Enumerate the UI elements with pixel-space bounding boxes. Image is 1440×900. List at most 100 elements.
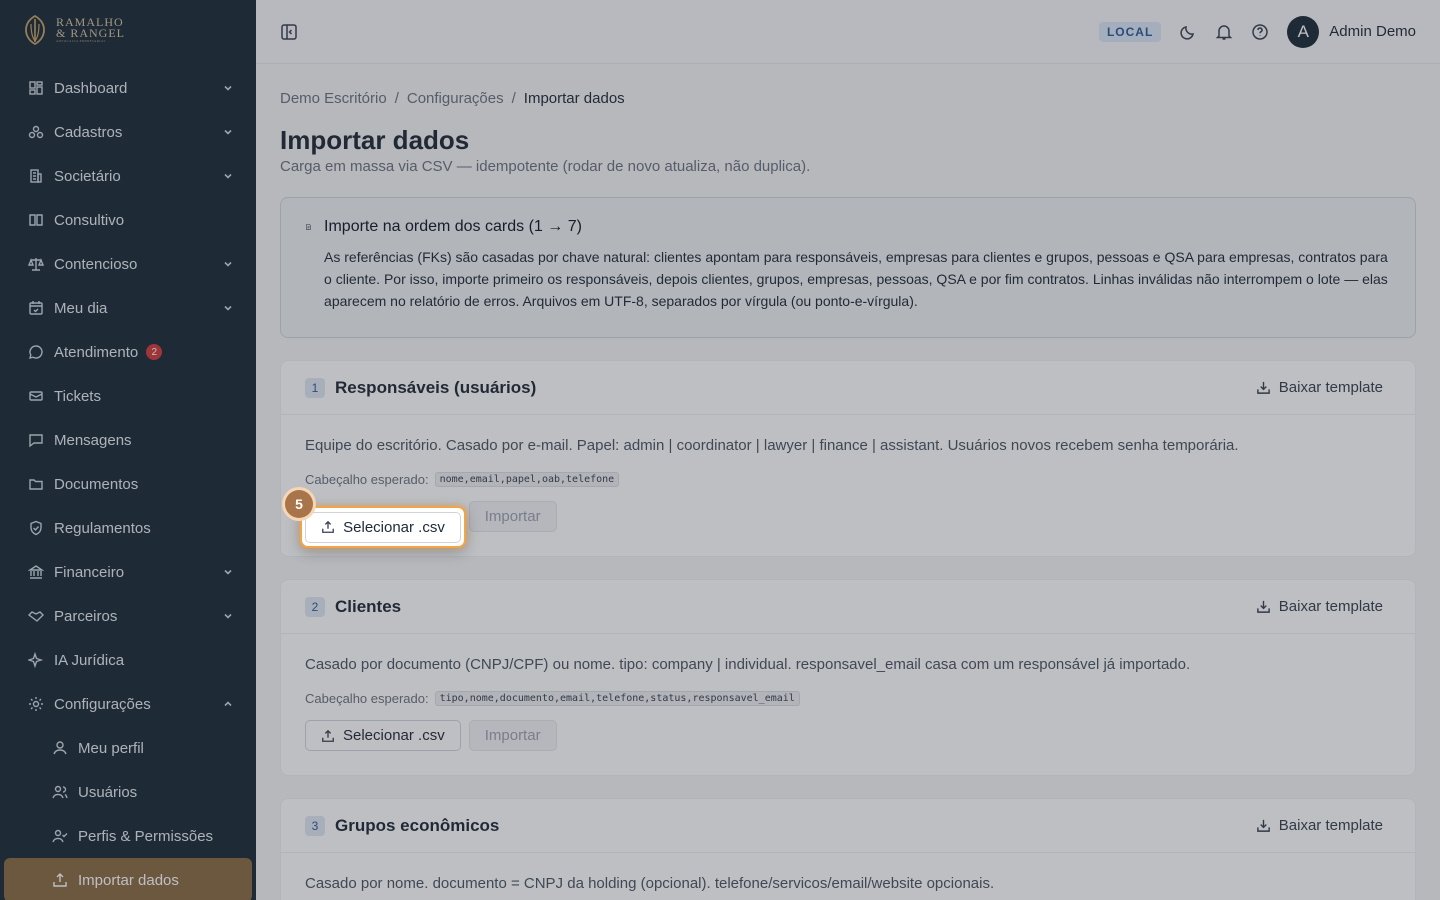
sidebar-item-label: Mensagens	[54, 431, 132, 449]
sidebar-subitem-importar-dados[interactable]: Importar dados	[4, 858, 252, 900]
notice-body: As referências (FKs) são casadas por cha…	[324, 249, 1388, 309]
breadcrumb-separator: /	[394, 90, 399, 107]
brand-name: RAMALHO & RANGEL ADVOCACIA EMPRESARIAL	[56, 14, 125, 43]
bell-icon[interactable]	[1215, 23, 1233, 41]
notification-badge: 2	[146, 344, 163, 360]
sidebar-item-label: Contencioso	[54, 255, 138, 273]
expected-header-code: nome,email,papel,oab,telefone	[434, 472, 620, 487]
sidebar-item-label: Usuários	[78, 783, 138, 801]
select-csv-button[interactable]: Selecionar .csv	[305, 511, 461, 543]
card-number: 3	[305, 815, 325, 836]
sidebar-item-label: Cadastros	[54, 123, 123, 141]
sidebar-item-parceiros[interactable]: Parceiros	[0, 594, 256, 638]
download-icon	[1256, 819, 1270, 832]
breadcrumb: Demo Escritório / Configurações / Import…	[280, 90, 1416, 107]
sidebar-item-cadastros[interactable]: Cadastros	[0, 110, 256, 154]
chevron-up-icon	[224, 701, 232, 707]
sidebar-item-consultivo[interactable]: Consultivo	[0, 198, 256, 242]
card-description: Equipe do escritório. Casado por e-mail.…	[305, 437, 1239, 454]
breadcrumb-separator: /	[511, 90, 516, 107]
logo-icon	[22, 14, 48, 46]
card-title: Clientes	[335, 596, 402, 616]
sidebar-item-label: Consultivo	[54, 211, 125, 229]
download-template-button[interactable]: Baixar template	[1256, 379, 1383, 396]
scale-icon	[28, 256, 44, 272]
download-template-label: Baixar template	[1278, 598, 1383, 615]
page-subtitle: Carga em massa via CSV — idempotente (ro…	[280, 158, 811, 175]
card-number: 2	[305, 596, 325, 617]
folder-icon	[28, 476, 44, 492]
sidebar-nav: Dashboard Cadastros Societário Consultiv…	[0, 60, 256, 900]
chevron-down-icon	[224, 173, 232, 179]
book-icon	[28, 212, 44, 228]
ticket-icon	[28, 388, 44, 404]
sidebar-item-label: Financeiro	[54, 563, 125, 581]
user-name[interactable]: Admin Demo	[1329, 23, 1416, 40]
download-template-button[interactable]: Baixar template	[1256, 817, 1383, 834]
card-description: Casado por nome. documento = CNPJ da hol…	[305, 875, 995, 892]
download-template-button[interactable]: Baixar template	[1256, 598, 1383, 615]
sidebar-subitem-perfis-permissoes[interactable]: Perfis & Permissões	[0, 814, 256, 858]
moon-icon[interactable]	[1179, 23, 1197, 41]
sidebar-item-dashboard[interactable]: Dashboard	[0, 66, 256, 110]
card-actions: Selecionar .csv Importar	[305, 501, 1391, 532]
sidebar-item-financeiro[interactable]: Financeiro	[0, 550, 256, 594]
tour-step-badge: 5	[285, 490, 313, 518]
expected-header-code: tipo,nome,documento,email,telefone,statu…	[434, 691, 800, 706]
tour-highlight: Selecionar .csv	[300, 506, 466, 548]
card-title: Responsáveis (usuários)	[335, 377, 537, 397]
dashboard-icon	[28, 80, 44, 96]
sidebar-item-label: Dashboard	[54, 79, 128, 97]
sidebar-item-label: Importar dados	[78, 871, 179, 889]
sidebar-subitem-usuarios[interactable]: Usuários	[0, 770, 256, 814]
chevron-down-icon	[224, 261, 232, 267]
breadcrumb-link[interactable]: Configurações	[407, 90, 504, 107]
breadcrumb-link[interactable]: Demo Escritório	[280, 90, 387, 107]
card-title: Grupos econômicos	[335, 815, 500, 835]
sidebar-item-regulamentos[interactable]: Regulamentos	[0, 506, 256, 550]
sidebar-item-label: Documentos	[54, 475, 139, 493]
sidebar-item-ia-juridica[interactable]: IA Jurídica	[0, 638, 256, 682]
sidebar-item-contencioso[interactable]: Contencioso	[0, 242, 256, 286]
sidebar-item-label: IA Jurídica	[54, 651, 125, 669]
sidebar-subitem-meu-perfil[interactable]: Meu perfil	[0, 726, 256, 770]
environment-badge: LOCAL	[1098, 21, 1162, 42]
download-template-label: Baixar template	[1278, 379, 1383, 396]
sidebar-item-label: Perfis & Permissões	[78, 827, 214, 845]
sidebar-item-label: Societário	[54, 167, 121, 185]
user-check-icon	[52, 828, 68, 844]
card-body: Casado por documento (CNPJ/CPF) ou nome.…	[281, 634, 1415, 775]
chevron-down-icon	[224, 129, 232, 135]
chat-icon	[28, 344, 44, 360]
sidebar-toggle-icon[interactable]	[280, 23, 298, 41]
sidebar-item-label: Atendimento	[54, 343, 139, 361]
main-content: Demo Escritório / Configurações / Import…	[256, 64, 1440, 900]
sidebar-item-tickets[interactable]: Tickets	[0, 374, 256, 418]
sidebar-item-meu-dia[interactable]: Meu dia	[0, 286, 256, 330]
select-csv-label: Selecionar .csv	[343, 518, 445, 536]
sidebar-item-configuracoes[interactable]: Configurações	[0, 682, 256, 726]
sidebar-item-documentos[interactable]: Documentos	[0, 462, 256, 506]
select-csv-button[interactable]: Selecionar .csv	[305, 720, 461, 751]
card-actions: Selecionar .csv Importar	[305, 720, 1391, 751]
import-button[interactable]: Importar	[468, 720, 557, 751]
chevron-down-icon	[224, 569, 232, 575]
sidebar-item-atendimento[interactable]: Atendimento 2	[0, 330, 256, 374]
shield-icon	[28, 520, 44, 536]
upload-icon	[322, 520, 335, 533]
avatar[interactable]: A	[1287, 15, 1320, 48]
users-icon	[52, 784, 68, 800]
topbar: LOCAL A Admin Demo	[256, 0, 1440, 64]
chevron-down-icon	[224, 305, 232, 311]
document-icon	[306, 223, 311, 231]
import-card-grupos: 3 Grupos econômicos Baixar template Casa…	[280, 798, 1416, 900]
brand-logo[interactable]: RAMALHO & RANGEL ADVOCACIA EMPRESARIAL	[0, 0, 256, 60]
download-template-label: Baixar template	[1278, 817, 1383, 834]
import-button[interactable]: Importar	[468, 501, 557, 532]
upload-icon	[52, 872, 68, 888]
sidebar-item-mensagens[interactable]: Mensagens	[0, 418, 256, 462]
expected-header: Cabeçalho esperado: tipo,nome,documento,…	[305, 691, 1391, 706]
sidebar-item-societario[interactable]: Societário	[0, 154, 256, 198]
help-icon[interactable]	[1251, 23, 1269, 41]
sidebar-item-label: Meu dia	[54, 299, 108, 317]
